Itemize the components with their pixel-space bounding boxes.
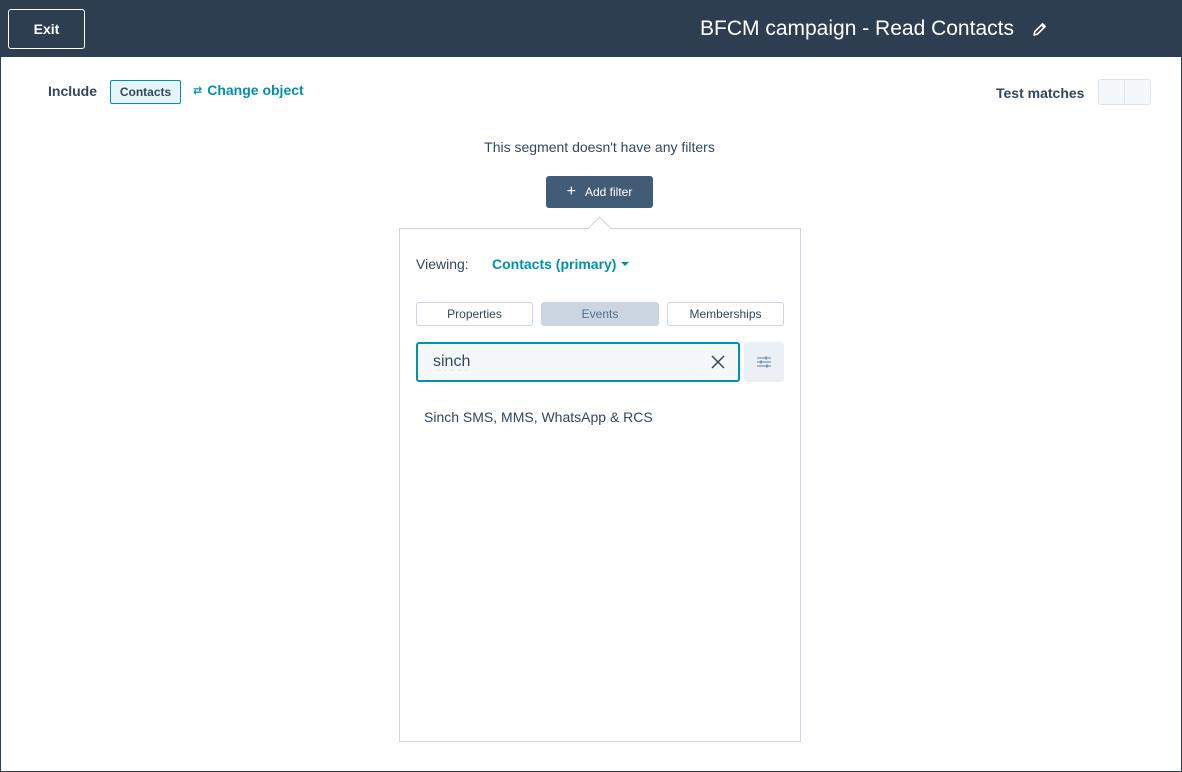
swap-arrows-icon: ⇄ xyxy=(193,84,203,97)
caret-down-icon xyxy=(621,262,630,266)
add-filter-button[interactable]: + Add filter xyxy=(546,176,653,208)
toggle-left-segment[interactable] xyxy=(1099,80,1124,104)
change-object-label: Change object xyxy=(207,82,304,98)
search-box xyxy=(416,342,740,382)
pencil-icon[interactable] xyxy=(1031,20,1049,38)
sliders-icon[interactable] xyxy=(744,342,784,382)
plus-icon: + xyxy=(566,183,576,200)
test-matches-toggle[interactable] xyxy=(1098,79,1151,105)
test-matches-label: Test matches xyxy=(996,85,1085,101)
search-input[interactable] xyxy=(418,344,698,380)
tab-memberships[interactable]: Memberships xyxy=(667,302,784,326)
tab-events[interactable]: Events xyxy=(541,302,659,326)
change-object-link[interactable]: ⇄ Change object xyxy=(193,82,304,98)
tab-properties[interactable]: Properties xyxy=(416,302,533,326)
viewing-object-value: Contacts (primary) xyxy=(492,256,617,272)
add-filter-label: Add filter xyxy=(584,185,633,199)
title-area: BFCM campaign - Read Contacts xyxy=(700,13,1049,45)
viewing-label: Viewing: xyxy=(416,256,469,272)
exit-button[interactable]: Exit xyxy=(8,9,85,49)
viewing-object-dropdown[interactable]: Contacts (primary) xyxy=(492,256,630,272)
empty-segment-message: This segment doesn't have any filters xyxy=(484,139,715,155)
include-label: Include xyxy=(48,83,98,99)
object-tag: Contacts xyxy=(110,80,181,104)
search-result-item[interactable]: Sinch SMS, MMS, WhatsApp & RCS xyxy=(424,409,653,425)
clear-search-icon[interactable] xyxy=(698,344,738,380)
top-bar: Exit BFCM campaign - Read Contacts xyxy=(0,0,1182,57)
toggle-right-segment[interactable] xyxy=(1124,80,1150,104)
page-title[interactable]: BFCM campaign - Read Contacts xyxy=(700,17,1014,41)
